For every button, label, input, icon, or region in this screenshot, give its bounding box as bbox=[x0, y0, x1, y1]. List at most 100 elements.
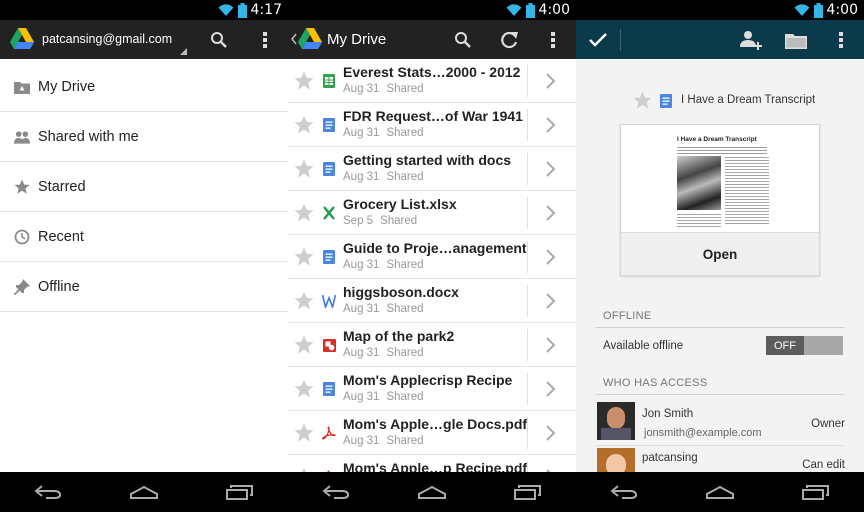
file-row[interactable]: Mom's Apple…gle Docs.pdf Aug 31 Shared bbox=[288, 411, 576, 455]
recent-apps-icon[interactable] bbox=[802, 484, 830, 500]
file-row[interactable]: Map of the park2 Aug 31 Shared bbox=[288, 323, 576, 367]
star-toggle-icon[interactable] bbox=[633, 91, 652, 110]
move-folder-button[interactable] bbox=[783, 27, 809, 53]
chevron-right-icon[interactable] bbox=[544, 204, 556, 222]
file-row[interactable]: FDR Request…of War 1941 Aug 31 Shared bbox=[288, 103, 576, 147]
offline-section-header: OFFLINE bbox=[603, 310, 652, 322]
file-status: Shared bbox=[386, 435, 424, 447]
nav-item-recent[interactable]: Recent bbox=[0, 212, 288, 262]
battery-icon bbox=[525, 2, 535, 18]
chevron-right-icon[interactable] bbox=[544, 160, 556, 178]
file-status: Shared bbox=[386, 347, 424, 359]
file-status: Shared bbox=[386, 303, 424, 315]
pin-icon bbox=[14, 279, 30, 295]
star-icon[interactable] bbox=[294, 71, 314, 91]
wifi-icon bbox=[794, 4, 810, 16]
file-name: higgsboson.docx bbox=[343, 284, 459, 300]
chevron-right-icon[interactable] bbox=[544, 248, 556, 266]
status-time: 4:17 bbox=[250, 2, 282, 18]
file-date: Aug 31 bbox=[343, 435, 380, 447]
section-divider bbox=[596, 394, 844, 395]
file-name: Mom's Apple…p Recipe.pdf bbox=[343, 460, 528, 472]
refresh-button[interactable] bbox=[496, 27, 522, 53]
action-divider bbox=[620, 29, 621, 51]
file-name: Grocery List.xlsx bbox=[343, 196, 457, 212]
star-icon[interactable] bbox=[294, 247, 314, 267]
star-icon[interactable] bbox=[294, 379, 314, 399]
account-selector[interactable]: patcansing@gmail.com bbox=[42, 20, 188, 59]
section-divider bbox=[596, 445, 844, 446]
done-button[interactable] bbox=[576, 20, 620, 59]
star-icon[interactable] bbox=[294, 291, 314, 311]
home-icon[interactable] bbox=[129, 485, 159, 499]
person-email: jonsmith@example.com bbox=[644, 427, 762, 439]
access-row[interactable]: patcansing Can edit bbox=[595, 447, 845, 473]
star-icon[interactable] bbox=[294, 159, 314, 179]
nav-item-shared-with-me[interactable]: Shared with me bbox=[0, 112, 288, 162]
star-icon[interactable] bbox=[294, 115, 314, 135]
recent-apps-icon[interactable] bbox=[226, 484, 254, 500]
nav-item-label: Shared with me bbox=[38, 128, 139, 145]
nav-item-offline[interactable]: Offline bbox=[0, 262, 288, 312]
person-role: Owner bbox=[811, 418, 845, 430]
file-row[interactable]: Guide to Proje…anagement Aug 31 Shared bbox=[288, 235, 576, 279]
drive-action-bar: My Drive bbox=[288, 20, 576, 59]
thumbnail-heading: I Have a Dream Transcript bbox=[677, 136, 757, 143]
overflow-menu-button[interactable] bbox=[828, 27, 854, 53]
document-thumbnail: I Have a Dream Transcript bbox=[621, 125, 819, 232]
system-nav-bar bbox=[576, 472, 864, 512]
file-row[interactable]: Getting started with docs Aug 31 Shared bbox=[288, 147, 576, 191]
file-date: Aug 31 bbox=[343, 347, 380, 359]
overflow-menu-button[interactable] bbox=[540, 27, 566, 53]
my-drive-screen: 4:00 My Drive Everest Stats…2000 - 2012 A… bbox=[288, 0, 576, 512]
search-button[interactable] bbox=[206, 27, 232, 53]
file-status: Shared bbox=[386, 259, 424, 271]
file-row[interactable]: higgsboson.docx Aug 31 Shared bbox=[288, 279, 576, 323]
star-icon[interactable] bbox=[294, 203, 314, 223]
chevron-right-icon[interactable] bbox=[544, 292, 556, 310]
status-bar: 4:00 bbox=[288, 0, 576, 20]
home-icon[interactable] bbox=[417, 485, 447, 499]
nav-item-starred[interactable]: Starred bbox=[0, 162, 288, 212]
account-email: patcansing@gmail.com bbox=[42, 32, 173, 46]
section-divider bbox=[596, 327, 844, 328]
offline-toggle[interactable]: OFF bbox=[766, 336, 843, 355]
chevron-right-icon[interactable] bbox=[544, 380, 556, 398]
file-row[interactable]: Mom's Apple…p Recipe.pdfAug 31Shared bbox=[288, 455, 576, 472]
file-row[interactable]: Grocery List.xlsx Sep 5 Shared bbox=[288, 191, 576, 235]
recent-apps-icon[interactable] bbox=[514, 484, 542, 500]
checkmark-icon bbox=[589, 32, 607, 47]
file-status: Shared bbox=[386, 127, 424, 139]
nav-item-my-drive[interactable]: My Drive bbox=[0, 62, 288, 112]
chevron-right-icon[interactable] bbox=[544, 336, 556, 354]
back-icon[interactable] bbox=[610, 485, 638, 499]
add-person-icon bbox=[740, 31, 762, 50]
open-button[interactable]: Open bbox=[621, 232, 819, 275]
file-row[interactable]: Mom's Applecrisp Recipe Aug 31 Shared bbox=[288, 367, 576, 411]
chevron-right-icon[interactable] bbox=[544, 424, 556, 442]
file-meta: Aug 31 Shared bbox=[343, 435, 431, 447]
details-pane: I Have a Dream Transcript I Have a Dream… bbox=[576, 59, 864, 473]
person-role: Can edit bbox=[802, 459, 845, 471]
wifi-icon bbox=[218, 4, 234, 16]
star-icon[interactable] bbox=[294, 423, 314, 443]
chevron-right-icon[interactable] bbox=[544, 72, 556, 90]
access-row[interactable]: Jon Smith jonsmith@example.com Owner bbox=[595, 401, 845, 445]
up-navigation[interactable]: My Drive bbox=[288, 20, 408, 59]
file-date: Sep 5 bbox=[343, 215, 374, 227]
add-person-button[interactable] bbox=[738, 27, 764, 53]
preview-card[interactable]: I Have a Dream Transcript Open bbox=[620, 124, 820, 276]
file-meta: Aug 31 Shared bbox=[343, 83, 431, 95]
overflow-menu-button[interactable] bbox=[252, 27, 278, 53]
search-button[interactable] bbox=[450, 27, 476, 53]
star-icon[interactable] bbox=[294, 335, 314, 355]
back-icon[interactable] bbox=[34, 485, 62, 499]
avatar bbox=[597, 448, 635, 473]
chevron-right-icon[interactable] bbox=[544, 116, 556, 134]
open-label: Open bbox=[702, 246, 738, 262]
back-icon[interactable] bbox=[322, 485, 350, 499]
file-meta: Aug 31 Shared bbox=[343, 171, 431, 183]
file-row[interactable]: Everest Stats…2000 - 2012 Aug 31 Shared bbox=[288, 59, 576, 103]
row-divider bbox=[527, 329, 528, 361]
home-icon[interactable] bbox=[705, 485, 735, 499]
